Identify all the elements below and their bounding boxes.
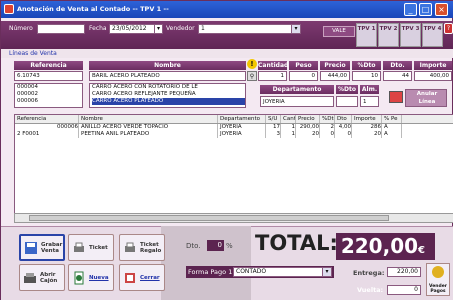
date-picker-button[interactable]: ▾ — [154, 24, 163, 34]
dto-currency-field[interactable]: 44 — [383, 71, 412, 81]
window-title: Anotación de Venta al Contado -- TPV 1 -… — [17, 5, 169, 13]
col-su[interactable]: S/U — [266, 115, 281, 123]
close-door-icon — [123, 271, 137, 285]
grabar-venta-button[interactable]: Grabar Venta — [19, 234, 65, 261]
minimize-button[interactable]: _ — [404, 3, 417, 16]
departamento-select[interactable]: JOYERIA — [260, 96, 334, 107]
vendedor-label: Vendedor — [166, 25, 195, 32]
dto-iva-header: %Dto — [336, 85, 358, 94]
list-item[interactable]: CARRO ACERO REFLEJANTE PEQUEÑA — [92, 91, 245, 98]
cantidad-header: Cantidad — [258, 61, 289, 70]
importe-header: Importe — [414, 61, 452, 70]
new-document-icon — [72, 271, 86, 285]
table-header: Referencia Nombre Departamento S/U Cant … — [15, 115, 453, 124]
sales-window: Anotación de Venta al Contado -- TPV 1 -… — [0, 0, 453, 300]
col-cant[interactable]: Cant — [281, 115, 296, 123]
list-item-selected[interactable]: CARRO ACERO PLATEADO — [92, 98, 245, 105]
ticket-button[interactable]: Ticket — [68, 234, 114, 261]
percent-sign: % — [226, 242, 233, 250]
col-precio[interactable]: Precio — [296, 115, 320, 123]
title-bar: Anotación de Venta al Contado -- TPV 1 -… — [1, 1, 453, 18]
horizontal-scrollbar[interactable] — [14, 213, 453, 223]
list-item[interactable]: 000006 — [17, 98, 82, 105]
app-icon — [4, 4, 14, 14]
vuelta-field[interactable]: 0 — [387, 285, 421, 295]
gift-printer-icon — [123, 241, 137, 255]
peso-header: Peso — [289, 61, 318, 70]
help-icon[interactable]: ? — [444, 23, 453, 34]
numero-label: Número — [9, 25, 33, 32]
sales-lines-table: Referencia Nombre Departamento S/U Cant … — [14, 114, 453, 214]
tpv-3-button[interactable]: TPV 3 — [400, 23, 421, 47]
col-pe[interactable]: % Pe — [382, 115, 402, 123]
close-button[interactable]: × — [435, 3, 448, 16]
chevron-down-icon[interactable]: ▾ — [291, 24, 301, 34]
totals-background — [161, 226, 251, 300]
list-item[interactable]: 000004 — [17, 84, 82, 91]
dto-total-label: Dto. — [186, 242, 201, 250]
dto-currency-header: Dto. — [383, 61, 412, 70]
referencia-header: Referencia — [14, 61, 83, 70]
vendedor-select[interactable]: 1 — [198, 24, 301, 34]
table-row[interactable]: 000006 ANILLO ACERO VERDE TOPACIO JOYERI… — [15, 124, 453, 131]
cerrar-button[interactable]: Cerrar — [119, 264, 165, 291]
tpv-4-button[interactable]: TPV 4 — [422, 23, 443, 47]
departamento-header: Departamento — [260, 85, 334, 94]
referencia-field[interactable]: 6.10743 — [14, 71, 83, 81]
cash-drawer-icon — [23, 271, 37, 285]
col-departamento[interactable]: Departamento — [218, 115, 266, 123]
warning-icon: ! — [247, 59, 257, 69]
nombre-list[interactable]: CARRO ACERO CON ROTATORIO DE LE CARRO AC… — [89, 83, 246, 108]
maximize-button[interactable]: □ — [419, 3, 432, 16]
precio-field[interactable]: 444,00 — [320, 71, 350, 81]
save-icon — [24, 241, 38, 255]
tpv-1-button[interactable]: TPV 1 — [356, 23, 377, 47]
alm-select[interactable]: 1 — [360, 96, 379, 107]
ticket-regalo-button[interactable]: Ticket Regalo — [119, 234, 165, 261]
fecha-field[interactable]: 23/05/2012 — [109, 24, 155, 34]
section-title: Líneas de Venta — [1, 49, 453, 58]
importe-field[interactable]: 400,00 — [414, 71, 452, 81]
alm-header: Alm. — [360, 85, 379, 94]
forma-pago-label: Forma Pago 1: — [188, 268, 235, 276]
vale-button[interactable]: VALE — [323, 26, 355, 37]
peso-field[interactable]: 0 — [289, 71, 318, 81]
numero-field[interactable] — [37, 24, 85, 34]
nombre-field[interactable]: BARIL ACERO PLATEADO — [89, 71, 246, 81]
dto-field[interactable]: 10 — [352, 71, 381, 81]
anular-linea-button[interactable]: Anular Línea — [405, 89, 447, 107]
list-item[interactable]: CARRO ACERO CON ROTATORIO DE LE — [92, 84, 245, 91]
dto-iva-field[interactable] — [336, 96, 358, 107]
printer-icon — [72, 241, 86, 255]
referencia-list[interactable]: 000004 000002 000006 — [14, 83, 83, 108]
tpv-2-button[interactable]: TPV 2 — [378, 23, 399, 47]
precio-header: Precio — [320, 61, 350, 70]
total-label: TOTAL: — [255, 231, 338, 255]
nombre-header: Nombre — [89, 61, 246, 70]
chevron-down-icon[interactable]: ▾ — [322, 267, 332, 277]
dto-header: %Dto — [352, 61, 381, 70]
col-dto-pct[interactable]: %Dto — [320, 115, 335, 123]
coins-icon — [432, 266, 444, 278]
col-importe[interactable]: Importe — [352, 115, 382, 123]
col-referencia[interactable]: Referencia — [15, 115, 79, 123]
scrollbar-thumb[interactable] — [29, 215, 389, 221]
nueva-button[interactable]: Nueva — [68, 264, 114, 291]
fecha-label: Fecha — [89, 25, 107, 32]
col-dto[interactable]: Dto — [335, 115, 352, 123]
cantidad-field[interactable]: 1 — [258, 71, 287, 81]
vuelta-label: Vuelta: — [357, 286, 384, 294]
col-nombre[interactable]: Nombre — [79, 115, 218, 123]
entrega-field[interactable]: 220,00 — [387, 267, 421, 277]
dto-total-field[interactable]: 0 — [207, 240, 224, 251]
anular-icon — [389, 91, 403, 103]
entrega-label: Entrega: — [353, 269, 385, 277]
list-item[interactable]: 000002 — [17, 91, 82, 98]
search-icon[interactable]: ⚲ — [247, 71, 257, 81]
table-row[interactable]: 2 F0001 PEETINA ANIL PLATEADO JOYERIA 3 … — [15, 131, 453, 138]
forma-pago-select[interactable]: CONTADO — [233, 267, 323, 277]
abrir-cajon-button[interactable]: Abrir Cajón — [19, 264, 65, 291]
total-value: 220,00€ — [336, 233, 435, 260]
